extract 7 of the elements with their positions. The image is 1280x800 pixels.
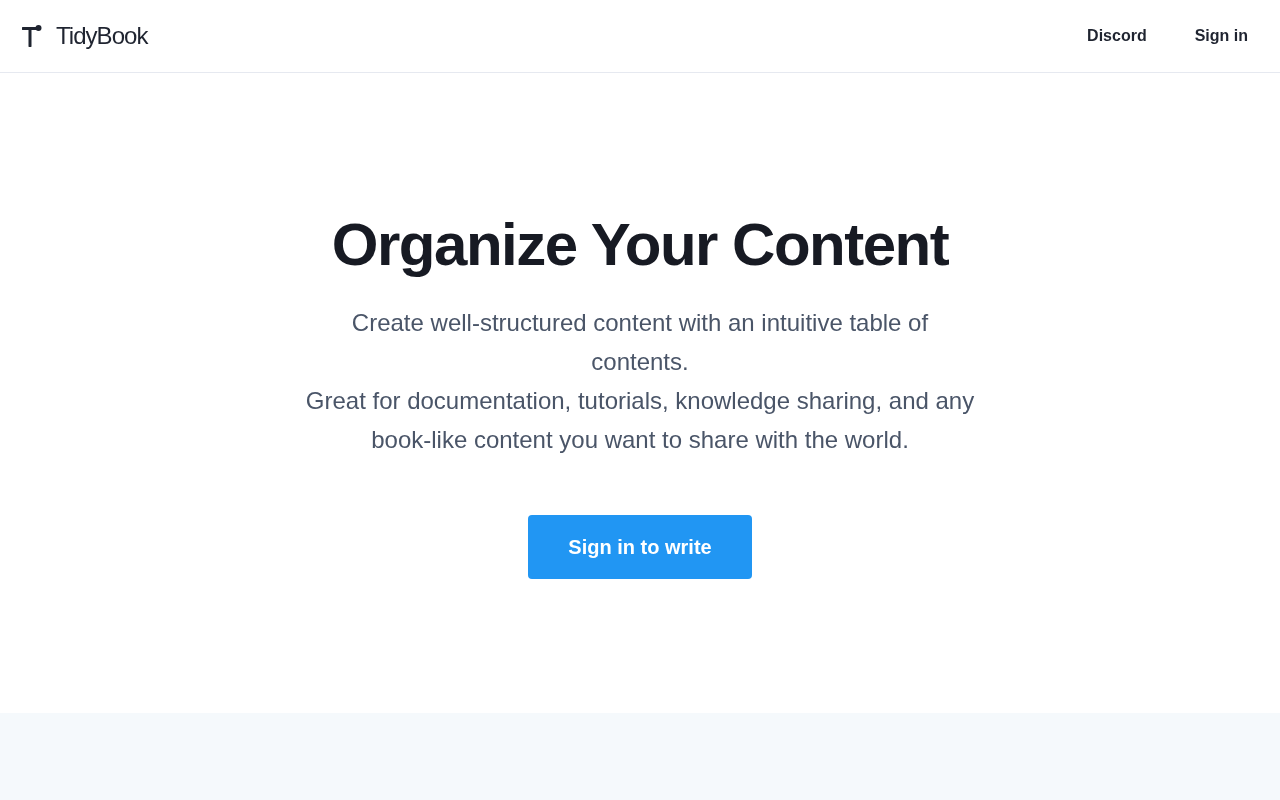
logo-icon	[22, 25, 42, 47]
nav-link[interactable]: Discord	[1071, 16, 1163, 56]
hero-description: Great for documentation, tutorials, knowledge sharing, and any book-like content you want to share with the world.	[304, 386, 976, 455]
hero-title: Organize Your Content	[331, 210, 949, 275]
hero-description: Create well-structured content with an intuitive table of contents.	[350, 308, 930, 377]
nav-link[interactable]: Sign in	[1178, 16, 1264, 56]
brand-name[interactable]: TidyBook	[56, 24, 148, 48]
